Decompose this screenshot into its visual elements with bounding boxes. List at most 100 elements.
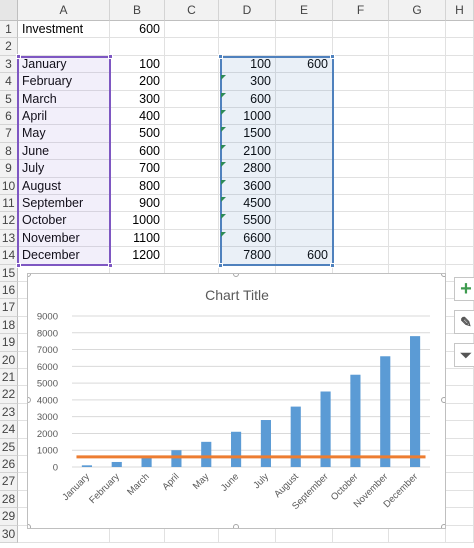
cell-a1[interactable]: Investment <box>18 21 110 39</box>
cell-f3[interactable] <box>333 55 389 74</box>
cell-h12[interactable] <box>446 212 474 230</box>
cell-h28[interactable] <box>446 490 474 509</box>
selection-handle[interactable] <box>218 262 223 268</box>
cell-h7[interactable] <box>446 125 474 143</box>
bar-june[interactable] <box>231 431 242 467</box>
cell-d2[interactable] <box>219 38 276 56</box>
cell-h30[interactable] <box>446 525 474 543</box>
column-header-h[interactable]: H <box>446 0 474 21</box>
cell-h13[interactable] <box>446 229 474 248</box>
cell-h8[interactable] <box>446 142 474 161</box>
cell-c1[interactable] <box>165 21 219 39</box>
cell-f6[interactable] <box>333 108 389 126</box>
cell-c2[interactable] <box>165 38 219 56</box>
selection-handle[interactable] <box>330 262 335 268</box>
row-header-13[interactable]: 13 <box>0 229 18 248</box>
bar-november[interactable] <box>380 356 391 467</box>
column-header-a[interactable]: A <box>18 0 110 21</box>
bar-april[interactable] <box>171 450 182 467</box>
row-header-7[interactable]: 7 <box>0 125 18 143</box>
cell-g6[interactable] <box>389 108 446 126</box>
selection-handle[interactable] <box>330 53 335 59</box>
cell-h21[interactable] <box>446 369 474 387</box>
column-header-f[interactable]: F <box>333 0 389 21</box>
column-header-g[interactable]: G <box>389 0 446 21</box>
row-header-24[interactable]: 24 <box>0 421 18 439</box>
cell-b5[interactable]: 300 <box>110 90 165 108</box>
row-header-10[interactable]: 10 <box>0 177 18 195</box>
cell-b1[interactable]: 600 <box>110 21 165 39</box>
cell-c11[interactable] <box>165 195 219 213</box>
cell-g7[interactable] <box>389 125 446 143</box>
cell-b12[interactable]: 1000 <box>110 212 165 230</box>
cell-b7[interactable]: 500 <box>110 125 165 143</box>
row-header-19[interactable]: 19 <box>0 334 18 352</box>
chart-title[interactable]: Chart Title <box>205 287 269 303</box>
selection-handle[interactable] <box>108 262 113 268</box>
cell-f1[interactable] <box>333 21 389 39</box>
cell-g11[interactable] <box>389 195 446 213</box>
cell-b11[interactable]: 900 <box>110 195 165 213</box>
cell-c8[interactable] <box>165 142 219 161</box>
cell-h27[interactable] <box>446 473 474 491</box>
selection-handle[interactable] <box>218 53 223 59</box>
cell-c6[interactable] <box>165 108 219 126</box>
cell-g4[interactable] <box>389 73 446 91</box>
cell-b10[interactable]: 800 <box>110 177 165 195</box>
selection-handle[interactable] <box>16 262 21 268</box>
error-indicator-d8[interactable] <box>221 144 226 150</box>
row-header-20[interactable]: 20 <box>0 351 18 369</box>
cell-g13[interactable] <box>389 229 446 248</box>
row-header-9[interactable]: 9 <box>0 160 18 178</box>
cell-d1[interactable] <box>219 21 276 39</box>
cell-b9[interactable]: 700 <box>110 160 165 178</box>
selection-handle[interactable] <box>108 53 113 59</box>
cell-c5[interactable] <box>165 90 219 108</box>
row-header-5[interactable]: 5 <box>0 90 18 108</box>
cell-h25[interactable] <box>446 438 474 456</box>
cell-h3[interactable] <box>446 55 474 74</box>
cell-b8[interactable]: 600 <box>110 142 165 161</box>
bar-july[interactable] <box>260 420 271 467</box>
cell-f13[interactable] <box>333 229 389 248</box>
cell-b6[interactable]: 400 <box>110 108 165 126</box>
cell-h1[interactable] <box>446 21 474 39</box>
cell-h24[interactable] <box>446 421 474 439</box>
cell-h5[interactable] <box>446 90 474 108</box>
cell-e1[interactable] <box>276 21 333 39</box>
cell-f9[interactable] <box>333 160 389 178</box>
cell-g14[interactable] <box>389 247 446 265</box>
row-header-11[interactable]: 11 <box>0 195 18 213</box>
cell-h2[interactable] <box>446 38 474 56</box>
cell-h6[interactable] <box>446 108 474 126</box>
row-header-21[interactable]: 21 <box>0 369 18 387</box>
cell-f11[interactable] <box>333 195 389 213</box>
bar-may[interactable] <box>201 441 212 467</box>
row-header-23[interactable]: 23 <box>0 403 18 422</box>
row-header-22[interactable]: 22 <box>0 386 18 404</box>
cell-g5[interactable] <box>389 90 446 108</box>
error-indicator-d13[interactable] <box>221 231 226 237</box>
error-indicator-d5[interactable] <box>221 92 226 98</box>
error-indicator-d6[interactable] <box>221 110 226 115</box>
row-header-8[interactable]: 8 <box>0 142 18 161</box>
cell-h26[interactable] <box>446 456 474 474</box>
select-all-corner[interactable] <box>0 0 18 21</box>
bar-january[interactable] <box>81 465 92 467</box>
row-header-17[interactable]: 17 <box>0 299 18 317</box>
cell-g3[interactable] <box>389 55 446 74</box>
cell-b3[interactable]: 100 <box>110 55 165 74</box>
cell-f10[interactable] <box>333 177 389 195</box>
column-header-e[interactable]: E <box>276 0 333 21</box>
chart-styles-button[interactable]: ✎ <box>454 310 474 334</box>
row-header-16[interactable]: 16 <box>0 282 18 300</box>
cell-f2[interactable] <box>333 38 389 56</box>
row-header-1[interactable]: 1 <box>0 21 18 39</box>
cell-b2[interactable] <box>110 38 165 56</box>
row-header-18[interactable]: 18 <box>0 316 18 335</box>
error-indicator-d7[interactable] <box>221 127 226 133</box>
chart-area[interactable]: Chart Title 0 1000 2000 3000 4000 5000 6000 7000… <box>25 271 447 530</box>
bar-october[interactable] <box>350 374 361 467</box>
cell-h9[interactable] <box>446 160 474 178</box>
row-header-29[interactable]: 29 <box>0 508 18 526</box>
